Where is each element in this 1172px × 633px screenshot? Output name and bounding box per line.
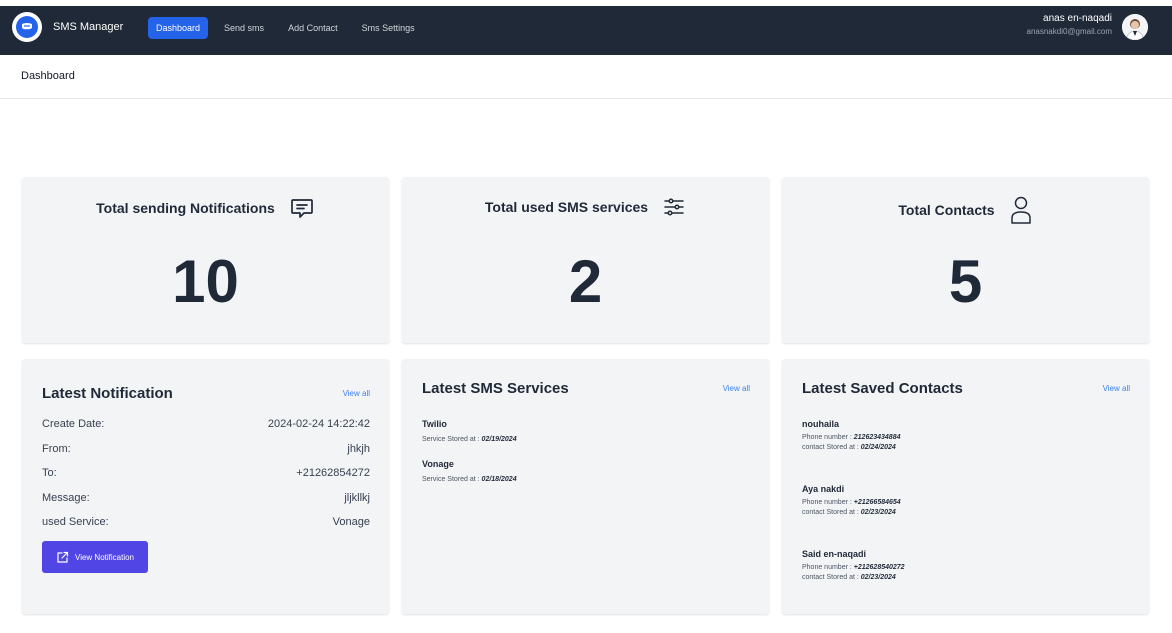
user-email: anasnakdi0@gmail.com (1026, 27, 1113, 36)
list-item[interactable]: Said en-naqadi Phone number : +212628540… (802, 549, 905, 614)
detail-row: To: +21262854272 (42, 467, 370, 492)
stat-card-notifications: Total sending Notifications 10 (22, 177, 389, 343)
detail-label: used Service: (42, 516, 109, 528)
service-meta: Service Stored at : 02/18/2024 (422, 476, 517, 483)
stored-date: 02/24/2024 (860, 444, 896, 451)
latest-services-card: Latest SMS Services View all Twilio Serv… (402, 359, 769, 614)
stored-label: Service Stored at : (422, 476, 480, 483)
sliders-icon (662, 195, 686, 219)
list-item[interactable]: Aya nakdi Phone number : +21266584654 co… (802, 484, 905, 549)
chat-bubble-icon (289, 195, 315, 221)
nav-links: Dashboard Send sms Add Contact Sms Setti… (148, 17, 431, 39)
nav-link-add-contact[interactable]: Add Contact (280, 17, 346, 39)
stored-label: contact Stored at : (802, 444, 859, 451)
contact-stored: contact Stored at : 02/23/2024 (802, 509, 905, 516)
view-all-link[interactable]: View all (1103, 384, 1130, 393)
detail-value: jhkjh (347, 442, 370, 455)
detail-value: Vonage (332, 516, 370, 528)
contact-phone: Phone number : +21266584654 (802, 499, 905, 506)
detail-label: Message: (42, 491, 90, 504)
user-icon (1009, 195, 1033, 225)
brand-logo-icon (12, 12, 42, 42)
nav-link-dashboard[interactable]: Dashboard (148, 17, 209, 39)
detail-value: +21262854272 (296, 467, 370, 479)
page-header: Dashboard (0, 55, 1172, 99)
contact-phone: Phone number : +212628540272 (802, 564, 905, 571)
button-label: View Notification (75, 552, 134, 562)
stat-title: Total sending Notifications (96, 200, 275, 216)
user-info[interactable]: anas en-naqadi anasnakdi0@gmail.com (1027, 13, 1113, 36)
stored-date: 02/23/2024 (860, 574, 896, 581)
latest-notification-card: Latest Notification View all Create Date… (22, 359, 389, 614)
detail-label: To: (42, 467, 57, 479)
view-all-link[interactable]: View all (723, 384, 750, 393)
page-title: Dashboard (21, 70, 75, 82)
stat-card-services: Total used SMS services 2 (402, 177, 769, 343)
services-list: Twilio Service Stored at : 02/19/2024 Vo… (422, 419, 517, 499)
stat-title: Total Contacts (898, 202, 995, 218)
phone-label: Phone number : (802, 499, 852, 506)
detail-label: Create Date: (42, 418, 105, 430)
card-title: Latest Saved Contacts (802, 380, 963, 397)
contact-name: Aya nakdi (802, 484, 845, 494)
brand[interactable]: SMS Manager (12, 12, 123, 42)
card-title: Latest SMS Services (422, 380, 569, 397)
phone-value: +21266584654 (853, 499, 901, 506)
detail-row: Create Date: 2024-02-24 14:22:42 (42, 418, 370, 443)
avatar[interactable] (1122, 14, 1148, 40)
stored-date: 02/23/2024 (860, 509, 896, 516)
detail-label: From: (42, 442, 71, 455)
list-item[interactable]: nouhaila Phone number : 212623434884 con… (802, 419, 905, 484)
external-link-icon (56, 551, 75, 564)
stat-title: Total used SMS services (484, 199, 649, 215)
nav-link-sms-settings[interactable]: Sms Settings (354, 17, 423, 39)
detail-row: Message: jljkllkj (42, 492, 370, 517)
top-navbar: SMS Manager Dashboard Send sms Add Conta… (0, 0, 1172, 55)
stored-label: Service Stored at : (422, 436, 480, 443)
notification-details: Create Date: 2024-02-24 14:22:42 From: j… (42, 418, 370, 541)
detail-row: From: jhkjh (42, 443, 370, 468)
list-item[interactable]: Vonage Service Stored at : 02/18/2024 (422, 459, 517, 483)
service-date: 02/18/2024 (481, 476, 517, 483)
phone-label: Phone number : (802, 564, 852, 571)
detail-row: used Service: Vonage (42, 516, 370, 541)
phone-value: +212628540272 (853, 564, 905, 571)
nav-link-send-sms[interactable]: Send sms (216, 17, 272, 39)
contact-stored: contact Stored at : 02/24/2024 (802, 444, 905, 451)
service-date: 02/19/2024 (481, 436, 517, 443)
service-name: Twilio (422, 419, 447, 429)
contact-name: nouhaila (802, 419, 840, 429)
stat-card-contacts: Total Contacts 5 (782, 177, 1149, 343)
stored-label: contact Stored at : (802, 509, 859, 516)
stat-value: 2 (568, 248, 603, 315)
user-name: anas en-naqadi (1043, 13, 1112, 24)
stored-label: contact Stored at : (802, 574, 859, 581)
phone-value: 212623434884 (853, 434, 901, 441)
view-all-link[interactable]: View all (343, 389, 370, 398)
stat-value: 5 (948, 248, 983, 315)
card-title: Latest Notification (42, 385, 173, 402)
latest-contacts-card: Latest Saved Contacts View all nouhaila … (782, 359, 1149, 614)
contact-name: Said en-naqadi (802, 549, 867, 559)
service-name: Vonage (422, 459, 454, 469)
contact-phone: Phone number : 212623434884 (802, 434, 905, 441)
list-item[interactable]: Twilio Service Stored at : 02/19/2024 (422, 419, 517, 443)
phone-label: Phone number : (802, 434, 852, 441)
detail-value: jljkllkj (344, 491, 370, 504)
detail-value: 2024-02-24 14:22:42 (267, 418, 370, 430)
contacts-list: nouhaila Phone number : 212623434884 con… (802, 419, 905, 614)
stat-value: 10 (172, 248, 239, 315)
brand-name: SMS Manager (53, 21, 124, 33)
view-notification-button[interactable]: View Notification (42, 541, 148, 573)
service-meta: Service Stored at : 02/19/2024 (422, 436, 517, 443)
contact-stored: contact Stored at : 02/23/2024 (802, 574, 905, 581)
